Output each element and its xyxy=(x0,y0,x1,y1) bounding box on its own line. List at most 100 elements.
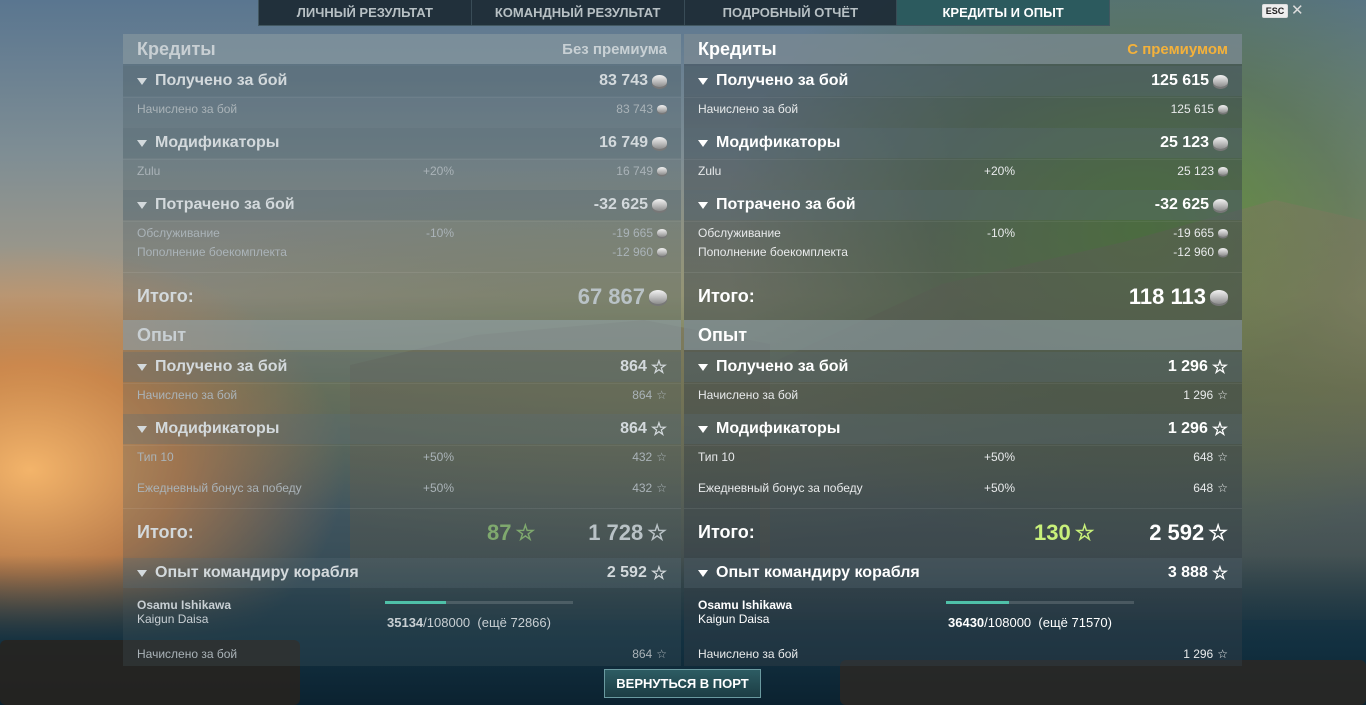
line-label: Начислено за бой xyxy=(137,387,238,402)
section-xp-modifiers[interactable]: Модификаторы 1 296 ☆ xyxy=(684,414,1242,444)
credits-coin-icon xyxy=(652,75,667,87)
background-rock xyxy=(840,660,1366,705)
line-commander-accrued: Начислено за бой 864 ☆ xyxy=(123,643,681,665)
xp-title: Опыт xyxy=(698,324,748,345)
star-icon: ☆ xyxy=(656,387,667,402)
line-daily-bonus: Ежедневный бонус за победу +50% 648 ☆ xyxy=(684,477,1242,499)
line-percent: +50% xyxy=(984,449,1016,464)
line-label: Обслуживание xyxy=(698,225,781,240)
star-icon: ☆ xyxy=(650,563,667,583)
collapse-triangle-icon xyxy=(698,77,708,85)
line-ammo: Пополнение боекомплекта -12 960 xyxy=(684,241,1242,263)
section-value: 3 888 xyxy=(1167,564,1208,581)
total-label: Итого: xyxy=(698,286,755,306)
section-value: 25 123 xyxy=(1160,134,1209,151)
star-icon: ☆ xyxy=(656,449,667,464)
credits-coin-icon xyxy=(652,137,667,149)
section-commander-xp[interactable]: Опыт командиру корабля 2 592 ☆ xyxy=(123,558,681,588)
star-icon: ☆ xyxy=(1211,419,1228,439)
section-label: Модификаторы xyxy=(716,134,841,151)
commander-xp-remaining: (ещё 72866) xyxy=(477,615,551,630)
line-percent: +50% xyxy=(423,449,455,464)
star-icon: ☆ xyxy=(1217,449,1228,464)
credits-coin-icon xyxy=(1213,75,1228,87)
section-value: 864 xyxy=(620,358,647,375)
commander-xp-current: 36430 xyxy=(948,615,985,630)
line-zulu: Zulu +20% 25 123 xyxy=(684,159,1242,181)
section-xp-earned[interactable]: Получено за бой 864 ☆ xyxy=(123,352,681,382)
line-label: Начислено за бой xyxy=(698,647,799,661)
free-xp: 87 ☆ xyxy=(487,520,535,546)
star-icon: ☆ xyxy=(656,481,667,495)
section-label: Получено за бой xyxy=(155,358,288,375)
premium-status-label: Без премиума xyxy=(562,40,667,58)
tab-credits-and-xp[interactable]: КРЕДИТЫ И ОПЫТ xyxy=(897,0,1109,25)
line-commander-accrued: Начислено за бой 1 296 ☆ xyxy=(684,643,1242,665)
credits-coin-icon xyxy=(657,228,667,237)
collapse-triangle-icon xyxy=(137,569,147,577)
tab-personal-result[interactable]: ЛИЧНЫЙ РЕЗУЛЬТАТ xyxy=(259,0,472,25)
section-modifiers[interactable]: Модификаторы 25 123 xyxy=(684,128,1242,158)
line-value: 864 xyxy=(632,647,653,661)
section-label: Потрачено за бой xyxy=(155,196,295,213)
credits-coin-icon xyxy=(649,289,667,304)
line-value: 432 xyxy=(632,449,653,464)
collapse-triangle-icon xyxy=(698,363,708,371)
collapse-triangle-icon xyxy=(137,201,147,209)
section-earned[interactable]: Получено за бой 125 615 xyxy=(684,66,1242,96)
section-value: 1 296 xyxy=(1167,358,1208,375)
section-xp-earned[interactable]: Получено за бой 1 296 ☆ xyxy=(684,352,1242,382)
xp-header: Опыт xyxy=(684,320,1242,350)
star-icon: ☆ xyxy=(1217,647,1228,661)
collapse-triangle-icon xyxy=(137,77,147,85)
section-modifiers[interactable]: Модификаторы 16 749 xyxy=(123,128,681,158)
section-value: -32 625 xyxy=(1154,196,1209,213)
section-label: Модификаторы xyxy=(155,134,280,151)
line-percent: -10% xyxy=(987,225,1016,240)
line-value: 648 xyxy=(1193,449,1214,464)
tab-team-result[interactable]: КОМАНДНЫЙ РЕЗУЛЬТАТ xyxy=(472,0,685,25)
line-tier: Тип 10 +50% 432 ☆ xyxy=(123,445,681,467)
premium-status-label: С премиумом xyxy=(1127,40,1228,58)
credits-total: Итого: 67 867 xyxy=(123,272,681,320)
line-value: 1 296 xyxy=(1183,387,1214,402)
line-tier: Тип 10 +50% 648 ☆ xyxy=(684,445,1242,467)
section-spent[interactable]: Потрачено за бой -32 625 xyxy=(123,190,681,220)
collapse-triangle-icon xyxy=(137,139,147,147)
line-value: -19 665 xyxy=(612,225,653,240)
line-label: Обслуживание xyxy=(137,225,220,240)
tab-detailed-report[interactable]: ПОДРОБНЫЙ ОТЧЁТ xyxy=(685,0,898,25)
return-to-port-button[interactable]: ВЕРНУТЬСЯ В ПОРТ xyxy=(604,669,761,698)
section-label: Модификаторы xyxy=(716,420,841,437)
line-label: Начислено за бой xyxy=(698,101,799,116)
commander-xp-max: /108000 xyxy=(984,615,1032,630)
commander-xp-current: 35134 xyxy=(387,615,424,630)
line-percent: +50% xyxy=(984,481,1016,495)
credits-coin-icon xyxy=(1213,137,1228,149)
section-label: Опыт командиру корабля xyxy=(155,564,359,581)
line-xp-accrued: Начислено за бой 1 296 ☆ xyxy=(684,383,1242,405)
line-zulu: Zulu +20% 16 749 xyxy=(123,159,681,181)
line-value: 25 123 xyxy=(1177,163,1214,178)
section-value: 16 749 xyxy=(599,134,648,151)
line-label: Zulu xyxy=(698,163,722,178)
line-percent: -10% xyxy=(426,225,455,240)
line-percent: +20% xyxy=(423,163,455,178)
section-value: 864 xyxy=(620,420,647,437)
section-value: 83 743 xyxy=(599,72,648,89)
credits-coin-icon xyxy=(657,104,667,113)
panel-without-premium: Кредиты Без премиума Получено за бой 83 … xyxy=(123,34,681,666)
total-value: 67 867 xyxy=(577,283,645,309)
line-label: Начислено за бой xyxy=(137,101,238,116)
line-ammo: Пополнение боекомплекта -12 960 xyxy=(123,241,681,263)
star-icon: ☆ xyxy=(1217,481,1228,495)
credits-coin-icon xyxy=(657,166,667,175)
credits-coin-icon xyxy=(1218,248,1228,256)
close-button[interactable]: ESC ✕ xyxy=(1262,3,1304,18)
section-xp-modifiers[interactable]: Модификаторы 864 ☆ xyxy=(123,414,681,444)
line-value: -12 960 xyxy=(612,245,653,259)
section-spent[interactable]: Потрачено за бой -32 625 xyxy=(684,190,1242,220)
section-commander-xp[interactable]: Опыт командиру корабля 3 888 ☆ xyxy=(684,558,1242,588)
credits-coin-icon xyxy=(652,199,667,211)
section-earned[interactable]: Получено за бой 83 743 xyxy=(123,66,681,96)
